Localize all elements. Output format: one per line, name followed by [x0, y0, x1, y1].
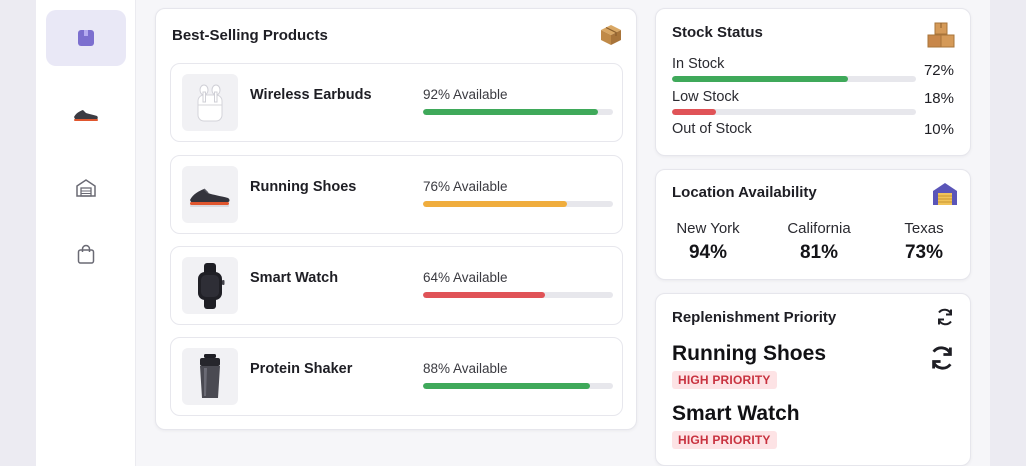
stock-label-out-of-stock: Out of Stock — [672, 121, 752, 137]
availability-bar — [423, 292, 613, 298]
low-stock-bar — [672, 109, 916, 115]
product-row-shaker[interactable]: Protein Shaker 88% Available — [170, 337, 623, 416]
priority-item-name: Smart Watch — [672, 402, 800, 425]
product-name: Wireless Earbuds — [250, 87, 372, 103]
sidebar-item-warehouse[interactable] — [46, 160, 126, 216]
box-icon — [601, 25, 621, 45]
location-value: 94% — [688, 242, 728, 263]
replenishment-title: Replenishment Priority — [672, 309, 837, 326]
product-row-shoes[interactable]: Running Shoes 76% Available — [170, 155, 623, 234]
availability-bar — [423, 201, 613, 207]
product-row-watch[interactable]: Smart Watch 64% Available — [170, 246, 623, 325]
availability-text: 88% Available — [423, 361, 508, 376]
watch-image — [182, 257, 238, 314]
stock-label-in-stock: In Stock — [672, 56, 725, 72]
availability-bar-fill — [423, 109, 598, 115]
location-texas: Texas 73% — [874, 220, 974, 264]
replenishment-card: Replenishment Priority Running Shoes HIG… — [655, 293, 971, 466]
priority-badge: HIGH PRIORITY — [672, 431, 777, 449]
warehouse-icon — [76, 179, 96, 197]
location-title: Location Availability — [672, 184, 817, 201]
in-stock-bar — [672, 76, 916, 82]
product-name: Smart Watch — [250, 270, 339, 286]
product-name: Running Shoes — [250, 179, 357, 195]
refresh-icon[interactable] — [928, 344, 956, 372]
location-value: 73% — [904, 242, 944, 263]
availability-bar-fill — [423, 292, 545, 298]
stock-pct-out-of-stock: 10% — [923, 121, 954, 138]
stock-status-card: Stock Status In Stock 72% Low Stock 18% … — [655, 8, 971, 156]
sidebar-item-shoes[interactable] — [46, 86, 126, 142]
shoe-icon — [74, 110, 98, 121]
shopping-bag-icon — [77, 244, 95, 264]
shaker-image — [182, 348, 238, 405]
location-california: California 81% — [769, 220, 869, 264]
sidebar-item-orders[interactable] — [46, 226, 126, 282]
sidebar-item-inventory[interactable] — [46, 10, 126, 66]
availability-text: 92% Available — [423, 87, 508, 102]
location-card: Location Availability New York 94% Calif… — [655, 169, 971, 280]
stock-label-low-stock: Low Stock — [672, 89, 739, 105]
warehouse-icon — [933, 183, 957, 205]
availability-bar-fill — [423, 201, 568, 207]
low-stock-bar-fill — [672, 109, 716, 115]
in-stock-bar-fill — [672, 76, 848, 82]
product-name: Protein Shaker — [250, 361, 353, 377]
stock-pct-in-stock: 72% — [923, 62, 954, 79]
shoes-image — [182, 166, 238, 223]
availability-bar-fill — [423, 383, 591, 389]
priority-badge: HIGH PRIORITY — [672, 371, 777, 389]
sidebar — [36, 0, 136, 466]
location-new-york: New York 94% — [658, 220, 758, 264]
location-name: Texas — [904, 220, 944, 237]
location-name: California — [787, 220, 851, 237]
best-selling-title: Best-Selling Products — [172, 27, 328, 44]
box-icon — [78, 30, 94, 46]
location-name: New York — [676, 220, 740, 237]
priority-item-name: Running Shoes — [672, 342, 826, 365]
product-row-earbuds[interactable]: Wireless Earbuds 92% Available — [170, 63, 623, 142]
availability-text: 76% Available — [423, 179, 508, 194]
stock-pct-low-stock: 18% — [923, 90, 954, 107]
stock-status-title: Stock Status — [672, 24, 763, 41]
boxes-icon — [927, 22, 955, 48]
best-selling-card: Best-Selling Products Wireless Earbuds 9… — [155, 8, 637, 430]
location-value: 81% — [799, 242, 839, 263]
availability-bar — [423, 383, 613, 389]
availability-bar — [423, 109, 613, 115]
refresh-icon[interactable] — [935, 307, 955, 327]
earbuds-image — [182, 74, 238, 131]
availability-text: 64% Available — [423, 270, 508, 285]
